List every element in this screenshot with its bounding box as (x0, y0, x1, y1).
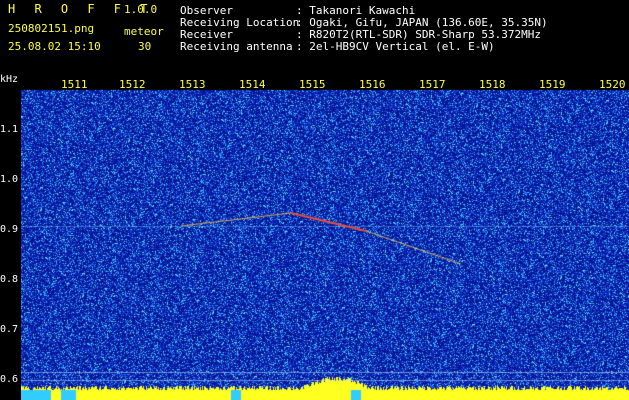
app-version: 1.0.0 (124, 3, 158, 16)
y-tick-label: 0.7 (0, 324, 19, 335)
header-panel: H R O F F T 1.0.0 250802151.png meteor 2… (0, 0, 629, 76)
filename: 250802151.png (8, 22, 95, 35)
x-tick-label: 1519 (539, 78, 566, 91)
y-tick-label: 0.8 (0, 274, 19, 285)
spectrogram-canvas (21, 76, 629, 400)
x-tick-label: 1515 (299, 78, 326, 91)
mode-label: meteor (124, 25, 164, 38)
x-tick-label: 1511 (61, 78, 88, 91)
meteor-count: 30 (138, 40, 152, 53)
datetime: 25.08.02 15:10 (8, 40, 101, 53)
x-tick-label: 1513 (179, 78, 206, 91)
y-tick-label: 1.1 (0, 124, 19, 135)
y-tick-label: 0.9 (0, 224, 19, 235)
y-axis: kHz 1.1 1.0 0.9 0.8 0.7 0.6 (0, 74, 21, 400)
spectrogram-plot: 1511 1512 1513 1514 1515 1516 1517 1518 … (21, 76, 629, 400)
x-tick-label: 1518 (479, 78, 506, 91)
x-tick-label: 1520 (599, 78, 626, 91)
antenna-label: Receiving antenna (180, 40, 293, 53)
x-tick-label: 1512 (119, 78, 146, 91)
x-tick-label: 1516 (359, 78, 386, 91)
x-tick-label: 1517 (419, 78, 446, 91)
antenna-value: : 2el-HB9CV Vertical (el. E-W) (296, 40, 495, 53)
y-tick-label: 1.0 (0, 174, 19, 185)
y-tick-label: 0.6 (0, 374, 19, 385)
y-axis-unit: kHz (0, 74, 19, 85)
x-tick-label: 1514 (239, 78, 266, 91)
